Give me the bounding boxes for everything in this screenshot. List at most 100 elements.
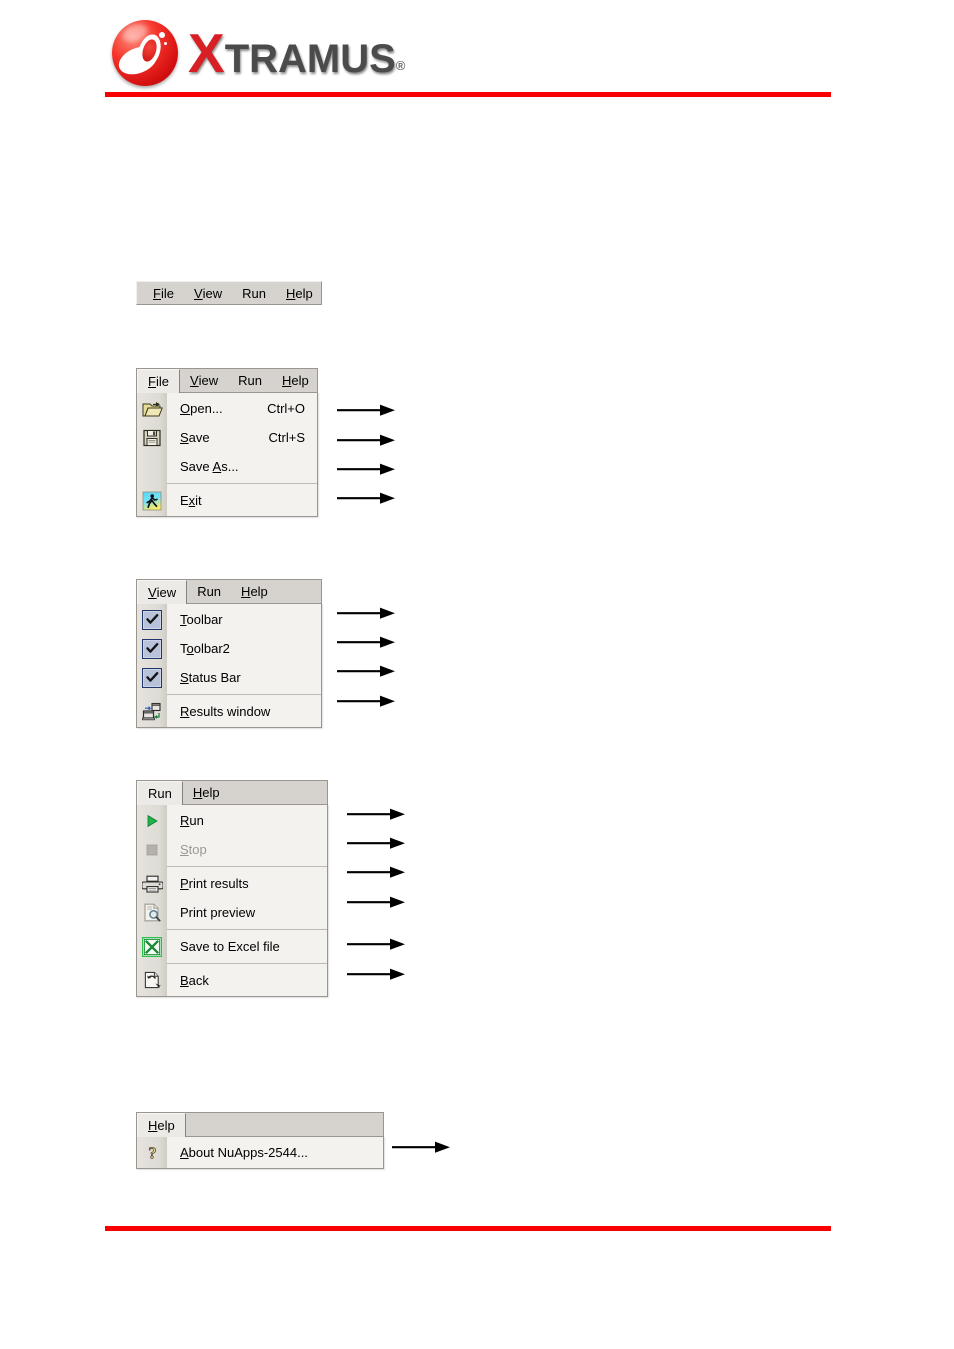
menu-separator	[167, 963, 327, 964]
callout-arrow	[337, 606, 397, 620]
menubar-item-help[interactable]: Help	[183, 781, 230, 804]
menubar-row[interactable]: File View Run Help	[136, 281, 322, 305]
menu-item-toolbar[interactable]: Toolbar	[137, 605, 321, 634]
menu-item-label: Save to Excel file	[180, 939, 280, 954]
callout-arrow	[347, 937, 407, 951]
menu-item-label: Open...	[180, 401, 223, 416]
menu-item-run[interactable]: Run	[137, 806, 327, 835]
xtramus-logo: XTRAMUS®	[112, 18, 452, 88]
menubar-item-help[interactable]: Help	[276, 282, 323, 304]
menu-item-label: Print preview	[180, 905, 256, 920]
file-menu-screenshot[interactable]: File View Run Help Open... Ctrl+O Save Ctrl+S…	[136, 368, 318, 517]
view-menu-screenshot[interactable]: View Run Help Toolbar Toolbar2 Status Bar …	[136, 579, 322, 728]
footer-rule	[105, 1226, 831, 1231]
registered-mark: ®	[395, 57, 406, 73]
callout-arrow	[347, 836, 407, 850]
view-dropdown[interactable]: Toolbar Toolbar2 Status Bar Results wind…	[136, 603, 322, 728]
callout-arrow	[392, 1140, 452, 1154]
printer-icon	[137, 869, 167, 898]
svg-text:?: ?	[148, 1143, 157, 1162]
menu-item-print-preview[interactable]: Print preview	[137, 898, 327, 927]
menu-item-label: Back	[180, 973, 209, 988]
xtramus-ball-icon	[112, 20, 178, 86]
callout-arrow	[337, 462, 397, 476]
menubar-item-help[interactable]: Help	[272, 369, 319, 392]
view-menubar-row[interactable]: View Run Help	[136, 579, 322, 604]
menu-item-exit[interactable]: Exit	[137, 486, 317, 515]
menu-item-shortcut: Ctrl+S	[268, 430, 305, 445]
menu-item-label: Save	[180, 430, 210, 445]
help-menubar-row[interactable]: Help	[136, 1112, 384, 1137]
callout-arrow	[337, 664, 397, 678]
back-page-icon	[137, 966, 167, 995]
question-mark-icon: ?	[137, 1138, 167, 1167]
results-window-icon	[137, 697, 167, 726]
menu-item-label: Exit	[180, 493, 202, 508]
file-dropdown[interactable]: Open... Ctrl+O Save Ctrl+S Save As... Exit	[136, 392, 318, 517]
callout-arrow	[337, 491, 397, 505]
file-menubar-row[interactable]: File View Run Help	[136, 368, 319, 393]
excel-icon	[137, 932, 167, 961]
brand-rest: TRAMUS	[224, 36, 396, 81]
callout-arrow	[337, 635, 397, 649]
menubar-item-file[interactable]: File	[143, 282, 184, 304]
print-preview-icon	[137, 898, 167, 927]
menu-item-save-to-excel-file[interactable]: Save to Excel file	[137, 932, 327, 961]
none	[137, 452, 167, 481]
menubar-item-run[interactable]: Run	[137, 781, 183, 805]
application-menubar[interactable]: File View Run Help	[136, 281, 322, 305]
callout-arrow	[337, 403, 397, 417]
help-dropdown[interactable]: ? About NuApps-2544...	[136, 1136, 384, 1169]
menu-separator	[167, 483, 317, 484]
callout-arrow	[337, 694, 397, 708]
menu-item-save-as[interactable]: Save As...	[137, 452, 317, 481]
menu-item-save[interactable]: Save Ctrl+S	[137, 423, 317, 452]
callout-arrow	[337, 433, 397, 447]
callout-arrow	[347, 967, 407, 981]
menu-item-open[interactable]: Open... Ctrl+O	[137, 394, 317, 423]
menubar-item-run[interactable]: Run	[187, 580, 231, 603]
menu-item-toolbar2[interactable]: Toolbar2	[137, 634, 321, 663]
menu-item-label: Save As...	[180, 459, 239, 474]
brand-wordmark: XTRAMUS®	[188, 25, 406, 81]
menu-item-label: Status Bar	[180, 670, 241, 685]
stop-square-icon	[137, 835, 167, 864]
checkbox-checked-icon	[137, 663, 167, 692]
menubar-item-file[interactable]: File	[137, 369, 180, 393]
menu-item-label: Stop	[180, 842, 207, 857]
checkbox-checked-icon	[137, 634, 167, 663]
menubar-item-run[interactable]: Run	[228, 369, 272, 392]
brand-x: X	[188, 21, 225, 84]
menu-item-label: About NuApps-2544...	[180, 1145, 308, 1160]
menu-separator	[167, 694, 321, 695]
menu-item-label: Run	[180, 813, 204, 828]
play-triangle-icon	[137, 806, 167, 835]
menu-item-about-nuapps-2544[interactable]: ? About NuApps-2544...	[137, 1138, 383, 1167]
menu-item-print-results[interactable]: Print results	[137, 869, 327, 898]
menubar-item-view[interactable]: View	[180, 369, 228, 392]
menu-item-label: Toolbar2	[180, 641, 230, 656]
menubar-item-help[interactable]: Help	[231, 580, 278, 603]
menubar-item-view[interactable]: View	[184, 282, 232, 304]
menu-item-back[interactable]: Back	[137, 966, 327, 995]
menubar-item-help[interactable]: Help	[137, 1113, 186, 1137]
header-rule	[105, 92, 831, 97]
menu-item-label: Toolbar	[180, 612, 223, 627]
menu-separator	[167, 929, 327, 930]
run-menu-screenshot[interactable]: Run Help Run Stop Print results Print pre…	[136, 780, 328, 997]
callout-arrow	[347, 865, 407, 879]
run-menubar-row[interactable]: Run Help	[136, 780, 328, 805]
menu-item-results-window[interactable]: Results window	[137, 697, 321, 726]
help-menu-screenshot[interactable]: Help ? About NuApps-2544...	[136, 1112, 384, 1169]
menu-item-shortcut: Ctrl+O	[267, 401, 305, 416]
checkbox-checked-icon	[137, 605, 167, 634]
run-dropdown[interactable]: Run Stop Print results Print preview Sav…	[136, 804, 328, 997]
menu-item-status-bar[interactable]: Status Bar	[137, 663, 321, 692]
menubar-item-view[interactable]: View	[137, 580, 188, 604]
menu-item-label: Print results	[180, 876, 249, 891]
menu-separator	[167, 866, 327, 867]
floppy-disk-icon	[137, 423, 167, 452]
menubar-item-run[interactable]: Run	[232, 282, 276, 304]
menu-item-label: Results window	[180, 704, 271, 719]
exit-person-icon	[137, 486, 167, 515]
